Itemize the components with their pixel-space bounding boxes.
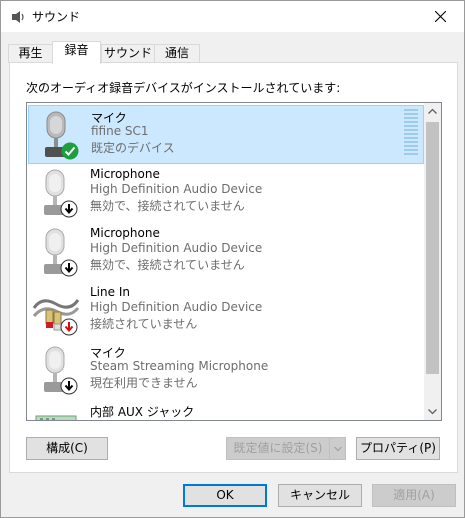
list-item-device[interactable]: マイク Steam Streaming Microphone 現在利用できません [28,341,424,400]
list-item-device[interactable]: マイク fifine SC1 既定のデバイス [28,105,424,164]
chevron-down-icon [334,446,342,452]
red-down-arrow-icon [60,318,78,336]
device-description: High Definition Audio Device [90,300,263,314]
list-item-device[interactable]: Line In High Definition Audio Device 接続さ… [28,282,424,341]
device-description: fifine SC1 [91,124,149,138]
device-name: Microphone [90,167,160,181]
scroll-down-button[interactable] [424,403,441,420]
close-icon [435,11,446,22]
scroll-thumb[interactable] [426,122,439,374]
device-status: 既定のデバイス [91,141,175,155]
device-name: Line In [90,285,130,299]
aux-jack-icon [35,415,77,420]
down-arrow-icon [60,200,78,218]
window-title: サウンド [32,10,81,24]
chevron-down-icon [428,409,437,415]
cancel-button[interactable]: キャンセル [278,484,362,507]
apply-button[interactable]: 適用(A) [372,484,456,507]
list-item-device[interactable]: Microphone High Definition Audio Device … [28,164,424,223]
device-description: High Definition Audio Device [90,241,263,255]
properties-button[interactable]: プロパティ(P) [356,437,440,460]
scroll-up-button[interactable] [424,103,441,120]
level-meter [404,109,418,157]
set-default-label: 既定値に設定(S) [233,441,323,455]
device-list-description: 次のオーディオ録音デバイスがインストールされています: [26,81,341,95]
device-status: 無効で、接続されていません [90,199,245,213]
device-name: Microphone [90,226,160,240]
device-description: High Definition Audio Device [90,182,263,196]
configure-button[interactable]: 構成(C) [26,437,108,460]
list-item-device[interactable]: 内部 AUX ジャック [28,400,424,420]
set-default-dropdown[interactable] [329,438,345,459]
recording-panel: 次のオーディオ録音デバイスがインストールされています: マイク fifine S… [9,62,458,473]
tab-recording[interactable]: 録音 [52,41,101,64]
down-arrow-icon [60,259,78,277]
sound-dialog: サウンド 再生 録音 サウンド 通信 次のオーディオ録音デバイスがインストールさ… [0,0,465,518]
ok-button[interactable]: OK [183,484,267,507]
chevron-up-icon [428,108,437,114]
device-description: Steam Streaming Microphone [90,359,269,373]
vertical-scrollbar[interactable] [424,103,441,420]
set-default-button[interactable]: 既定値に設定(S) [226,437,346,460]
device-status: 接続されていません [90,317,198,331]
check-icon [61,142,79,160]
down-arrow-icon [60,377,78,395]
speaker-icon [12,11,24,23]
device-status: 現在利用できません [90,376,198,390]
device-name: 内部 AUX ジャック [90,405,195,419]
tab-playback[interactable]: 再生 [8,44,53,63]
device-status: 無効で、接続されていません [90,258,245,272]
close-button[interactable] [418,1,464,32]
device-list: マイク fifine SC1 既定のデバイス Microphone High D… [26,102,442,421]
tab-communications[interactable]: 通信 [154,44,200,63]
list-item-device[interactable]: Microphone High Definition Audio Device … [28,223,424,282]
tab-sounds[interactable]: サウンド [101,44,155,63]
title-bar: サウンド [1,1,464,32]
